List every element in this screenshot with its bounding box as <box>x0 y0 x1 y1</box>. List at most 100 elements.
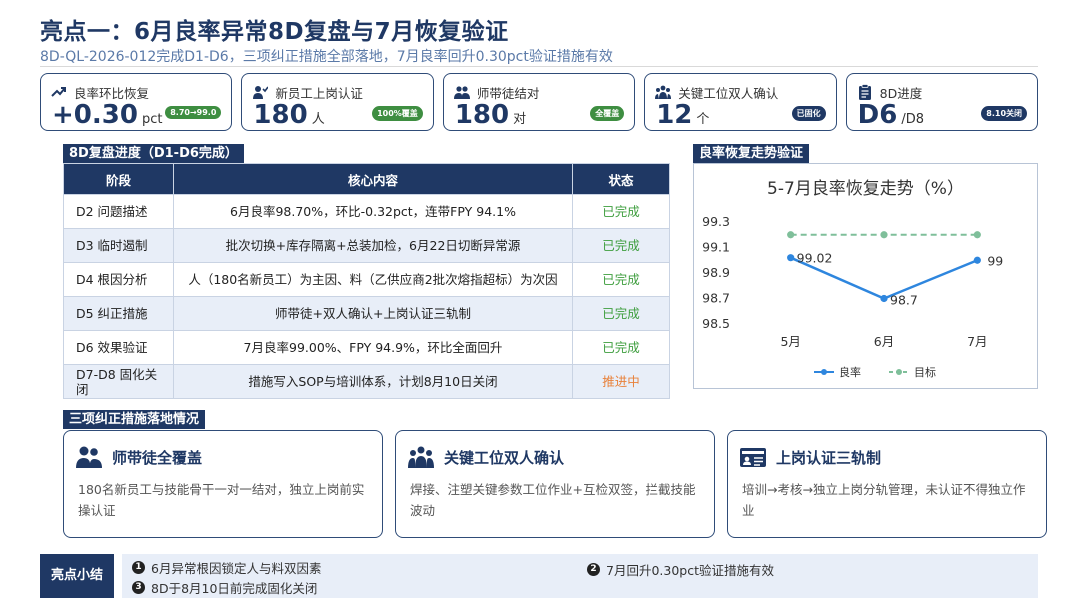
data-point <box>973 256 981 264</box>
content-cell: 7月良率99.00%、FPY 94.9%，环比全面回升 <box>173 330 573 365</box>
content-cell: 师带徒+双人确认+上岗认证三轨制 <box>173 296 573 331</box>
status-cell: 已完成 <box>572 330 670 365</box>
content-cell: 措施写入SOP与培训体系，计划8月10日关闭 <box>173 364 573 399</box>
users-icon <box>76 446 102 468</box>
summary-label: 亮点小结 <box>40 554 114 598</box>
kpi-label: 关键工位双人确认 <box>678 86 779 101</box>
data-label: 99.02 <box>797 251 833 266</box>
measure-card-certification: 上岗认证三轨制 培训→考核→独立上岗分轨管理，未认证不得独立作业 <box>727 430 1047 538</box>
column-header: 核心内容 <box>173 163 573 195</box>
data-point <box>880 294 888 303</box>
page-title: 亮点一：6月良率异常8D复盘与7月恢复验证 <box>40 19 509 45</box>
table-row: D2 问题描述 6月良率98.70%，环比-0.32pct，连带FPY 94.1… <box>63 194 670 229</box>
progress-section-label: 8D复盘进度（D1-D6完成） <box>63 144 244 163</box>
measures-cards: 师带徒全覆盖 180名新员工与技能骨干一对一结对，独立上岗前实操认证 关键工位双… <box>63 430 1048 538</box>
measures-section-label: 三项纠正措施落地情况 <box>63 410 206 429</box>
status-cell: 已完成 <box>572 296 670 331</box>
stage-cell: D2 问题描述 <box>63 194 174 229</box>
summary-bar: 亮点小结 1 6月异常根因锁定人与料双因素 2 7月回升0.30pct验证措施有… <box>40 554 1038 598</box>
data-point <box>787 231 795 239</box>
data-label: 99 <box>987 253 1003 268</box>
y-tick-label: 98.5 <box>702 316 730 331</box>
stage-cell: D7-D8 固化关闭 <box>63 364 174 399</box>
trend-up-icon <box>51 87 66 97</box>
chart-plot: 98.5 98.7 98.9 99.1 99.3 5月 6月 7月 99.02 98.7 99 良率 目… <box>702 214 1003 379</box>
user-check-icon <box>253 86 269 99</box>
kpi-badge: 已固化 <box>791 106 826 121</box>
table-row: D6 效果验证 7月良率99.00%、FPY 94.9%，环比全面回升 已完成 <box>63 330 670 365</box>
status-cell: 推进中 <box>572 364 670 399</box>
table-row: D7-D8 固化关闭 措施写入SOP与培训体系，计划8月10日关闭 推进中 <box>63 364 670 399</box>
summary-body: 1 6月异常根因锁定人与料双因素 2 7月回升0.30pct验证措施有效 3 8… <box>122 554 1038 598</box>
kpi-card-yield: 良率环比恢复 +0.30 pct 8.70→99.0 <box>40 73 233 131</box>
number-badge: 1 <box>132 561 145 574</box>
card-description: 焊接、注塑关键参数工位作业+互检双签，拦截技能波动 <box>410 482 696 518</box>
data-label: 98.7 <box>890 293 918 308</box>
team-icon <box>408 446 434 468</box>
kpi-value: D6/D8 <box>857 100 924 130</box>
stage-cell: D6 效果验证 <box>63 330 174 365</box>
card-description: 180名新员工与技能骨干一对一结对，独立上岗前实操认证 <box>78 482 365 518</box>
legend-label: 目标 <box>914 365 936 379</box>
summary-item: 2 7月回升0.30pct验证措施有效 <box>587 560 774 579</box>
data-point <box>880 231 888 239</box>
kpi-card-mentorship: 师带徒结对 180 对 全覆盖 <box>442 73 636 131</box>
kpi-value: 180 对 <box>454 100 527 130</box>
page-subtitle: 8D-QL-2026-012完成D1-D6，三项纠正措施全部落地，7月良率回升0… <box>40 49 613 65</box>
summary-text: 6月异常根因锁定人与料双因素 <box>151 561 322 576</box>
stage-cell: D3 临时遏制 <box>63 228 174 263</box>
id-card-icon <box>740 448 766 467</box>
kpi-value: 12 个 <box>656 100 710 130</box>
kpi-badge: 8.10关闭 <box>981 106 1028 121</box>
team-icon <box>655 85 672 99</box>
column-header: 阶段 <box>63 163 174 195</box>
x-tick-label: 6月 <box>874 334 894 349</box>
kpi-card-8d-progress: 8D进度 D6/D8 8.10关闭 <box>845 73 1039 131</box>
summary-item: 3 8D于8月10日前完成固化关闭 <box>132 578 317 597</box>
x-tick-label: 7月 <box>967 334 987 349</box>
status-cell: 已完成 <box>572 228 670 263</box>
kpi-row: 良率环比恢复 +0.30 pct 8.70→99.0 新员工上岗认证 180 人 1… <box>40 73 1039 131</box>
stage-cell: D4 根因分析 <box>63 262 174 297</box>
legend-marker <box>821 369 827 375</box>
table-row: D5 纠正措施 师带徒+双人确认+上岗认证三轨制 已完成 <box>63 296 670 331</box>
legend-label: 良率 <box>839 365 861 379</box>
clipboard-icon <box>858 84 871 100</box>
kpi-card-dual-check: 关键工位双人确认 12 个 已固化 <box>644 73 837 131</box>
content-cell: 人（180名新员工）为主因、料（乙供应商2批次熔指超标）为次因 <box>173 262 573 297</box>
summary-text: 7月回升0.30pct验证措施有效 <box>606 563 774 578</box>
kpi-value: +0.30 pct <box>52 100 163 130</box>
measure-card-mentorship: 师带徒全覆盖 180名新员工与技能骨干一对一结对，独立上岗前实操认证 <box>63 430 383 538</box>
yield-trend-chart: 5-7月良率恢复走势（%） 98.5 98.7 98.9 99.1 99.3 5月 6月 7月… <box>693 163 1038 389</box>
kpi-value: 180 人 <box>253 100 325 130</box>
chart-section-label: 良率恢复走势验证 <box>693 144 810 163</box>
card-title: 师带徒全覆盖 <box>112 449 203 467</box>
kpi-badge: 全覆盖 <box>590 106 625 121</box>
data-point <box>787 254 795 262</box>
status-cell: 已完成 <box>572 194 670 229</box>
table-row: D4 根因分析 人（180名新员工）为主因、料（乙供应商2批次熔指超标）为次因 … <box>63 262 670 297</box>
divider <box>40 66 1038 67</box>
y-tick-label: 99.3 <box>702 214 730 229</box>
progress-table: 阶段 核心内容 状态 D2 问题描述 6月良率98.70%，环比-0.32pct… <box>63 163 670 399</box>
number-badge: 2 <box>587 563 600 576</box>
y-tick-label: 98.7 <box>702 291 730 306</box>
summary-text: 8D于8月10日前完成固化关闭 <box>151 581 318 596</box>
x-tick-label: 5月 <box>780 334 800 349</box>
content-cell: 批次切换+库存隔离+总装加检，6月22日切断异常源 <box>173 228 573 263</box>
y-tick-label: 99.1 <box>702 240 730 255</box>
table-row: D3 临时遏制 批次切换+库存隔离+总装加检，6月22日切断异常源 已完成 <box>63 228 670 263</box>
number-badge: 3 <box>132 581 145 594</box>
legend-marker <box>896 369 902 375</box>
summary-item: 1 6月异常根因锁定人与料双因素 <box>132 558 321 577</box>
kpi-badge: 100%覆盖 <box>372 106 423 121</box>
content-cell: 6月良率98.70%，环比-0.32pct，连带FPY 94.1% <box>173 194 573 229</box>
kpi-badge: 8.70→99.0 <box>165 106 222 119</box>
card-description: 培训→考核→独立上岗分轨管理，未认证不得独立作业 <box>742 482 1026 518</box>
users-icon <box>453 86 470 99</box>
status-cell: 已完成 <box>572 262 670 297</box>
measure-card-dual-check: 关键工位双人确认 焊接、注塑关键参数工位作业+互检双签，拦截技能波动 <box>395 430 715 538</box>
stage-cell: D5 纠正措施 <box>63 296 174 331</box>
card-title: 上岗认证三轨制 <box>776 449 882 467</box>
column-header: 状态 <box>572 163 670 195</box>
